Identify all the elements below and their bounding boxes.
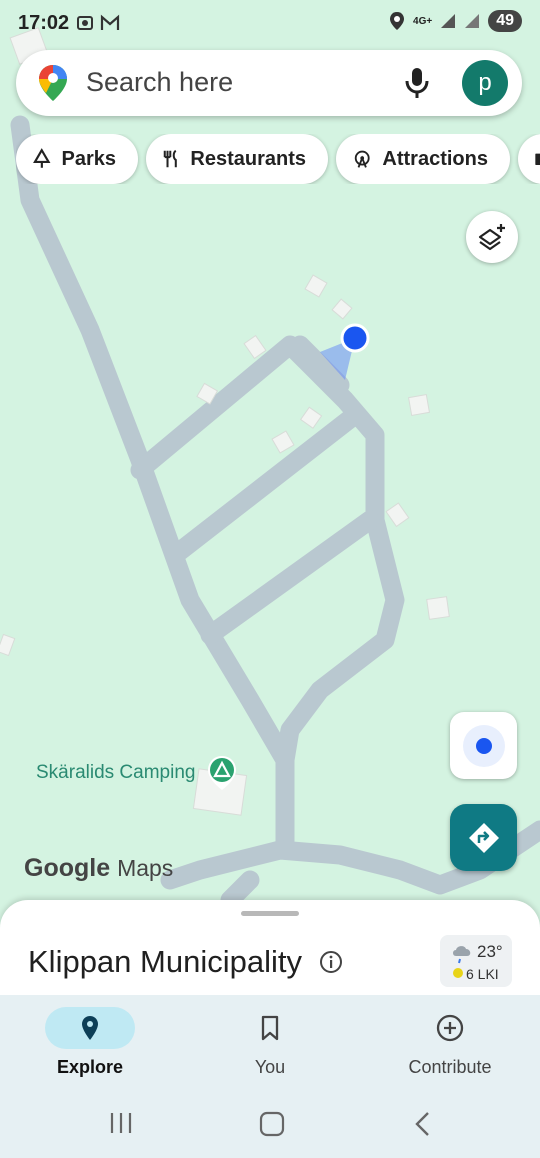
- google-maps-logo: Google Maps: [24, 854, 173, 883]
- place-label[interactable]: Skäralids Camping: [36, 762, 195, 784]
- chip-label: Restaurants: [190, 147, 306, 170]
- nav-you[interactable]: You: [180, 995, 360, 1089]
- ferris-wheel-icon: [354, 150, 370, 168]
- gas-station-icon: [535, 153, 540, 165]
- category-chips: Parks Restaurants Attractions: [16, 134, 540, 184]
- plus-circle-icon: [436, 1014, 464, 1042]
- layers-icon: [478, 224, 505, 251]
- recent-apps-icon[interactable]: [108, 1111, 134, 1135]
- weather-widget[interactable]: 23° 6 LKI: [440, 935, 512, 987]
- directions-button[interactable]: [450, 804, 517, 871]
- bottom-navigation: Explore You Contribute: [0, 995, 540, 1089]
- my-location-button[interactable]: [450, 712, 517, 779]
- google-maps-pin-icon: [39, 65, 67, 101]
- nav-label: Contribute: [408, 1057, 492, 1077]
- tree-icon: [33, 148, 51, 168]
- bottom-sheet[interactable]: Klippan Municipality 23° 6 LKI: [0, 900, 540, 998]
- my-location-icon: [462, 724, 505, 767]
- gmail-icon: [100, 14, 120, 30]
- google-wordmark: Google: [24, 854, 111, 882]
- signal-icon-2: [465, 14, 480, 28]
- directions-icon: [468, 822, 499, 853]
- sheet-title: Klippan Municipality: [28, 944, 302, 979]
- search-input[interactable]: Search here: [86, 67, 233, 98]
- chip-label: Parks: [61, 147, 117, 170]
- signal-icon: [441, 14, 456, 28]
- pin-icon: [82, 1016, 98, 1040]
- chip-label: Attractions: [382, 147, 488, 170]
- notification-icons: [76, 14, 120, 32]
- system-navigation-bar: [0, 1089, 540, 1158]
- status-bar: 17:02 4G+ 49: [0, 0, 540, 48]
- network-type: 4G+: [413, 15, 433, 27]
- nav-label: Explore: [56, 1057, 124, 1077]
- microphone-icon[interactable]: [404, 66, 430, 100]
- fork-knife-icon: [163, 149, 177, 168]
- sheet-drag-handle[interactable]: [241, 911, 299, 916]
- home-icon[interactable]: [259, 1111, 285, 1137]
- weather-temp: 23°: [477, 942, 503, 961]
- weather-aqi: 6 LKI: [466, 966, 499, 982]
- chip-restaurants[interactable]: Restaurants: [146, 134, 328, 184]
- chip-attractions[interactable]: Attractions: [336, 134, 510, 184]
- location-icon: [390, 12, 405, 30]
- rain-cloud-icon: [453, 946, 471, 964]
- nav-contribute[interactable]: Contribute: [360, 995, 540, 1089]
- layers-button[interactable]: [466, 211, 518, 263]
- system-icons: 4G+ 49: [389, 10, 522, 32]
- aqi-dot-icon: [453, 968, 463, 978]
- chip-parks[interactable]: Parks: [16, 134, 138, 184]
- screenshot-icon: [77, 16, 93, 30]
- avatar[interactable]: p: [462, 60, 508, 106]
- back-icon[interactable]: [412, 1111, 432, 1137]
- chip-more[interactable]: [518, 134, 540, 184]
- battery-indicator: 49: [488, 10, 522, 32]
- status-time: 17:02: [18, 12, 70, 34]
- nav-label: You: [254, 1057, 286, 1077]
- search-bar[interactable]: Search here p: [16, 50, 522, 116]
- nav-explore[interactable]: Explore: [0, 995, 180, 1089]
- maps-wordmark: Maps: [117, 855, 174, 881]
- campsite-pin-icon[interactable]: [206, 755, 238, 791]
- bookmark-icon: [261, 1015, 279, 1041]
- info-icon[interactable]: [319, 950, 343, 974]
